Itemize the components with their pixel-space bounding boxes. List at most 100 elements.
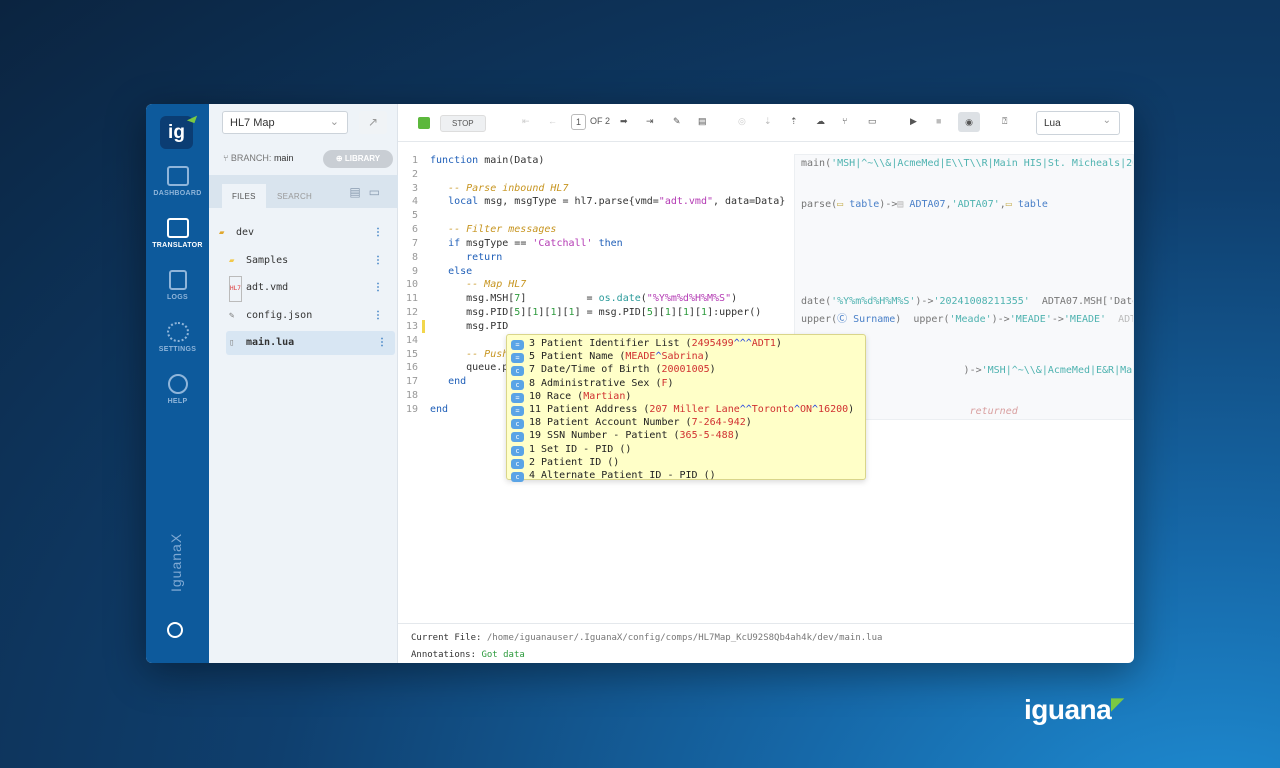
code-line: return: [466, 251, 503, 263]
branch-icon[interactable]: ⑂: [842, 116, 847, 126]
nav-dashboard[interactable]: DASHBOARD: [146, 166, 209, 197]
user-icon[interactable]: [167, 622, 183, 638]
cloud-icon[interactable]: ☁: [816, 116, 825, 127]
autocomplete-item[interactable]: c1 Set ID - PID (): [507, 443, 865, 456]
more-icon[interactable]: ⋮: [377, 331, 387, 355]
next-icon[interactable]: ➡: [620, 116, 628, 127]
more-icon[interactable]: ⋮: [373, 304, 383, 328]
play-icon[interactable]: ▶: [910, 116, 917, 127]
annotations-label: Annotations:: [411, 650, 477, 660]
autocomplete-item[interactable]: c2 Patient ID (): [507, 456, 865, 469]
line-number: 11: [405, 293, 418, 305]
tree-file-main-lua[interactable]: ▯ main.lua ⋮: [226, 331, 395, 355]
tree-file-adt-vmd[interactable]: HL7 adt.vmd ⋮: [229, 276, 391, 302]
field-value: F: [661, 377, 668, 389]
tree-folder-samples[interactable]: ▰ Samples ⋮: [229, 249, 391, 273]
nav-settings[interactable]: SETTINGS: [146, 322, 209, 353]
field-icon: c: [511, 458, 524, 469]
terminal-icon[interactable]: ▭: [868, 116, 877, 127]
current-line-marker: [422, 319, 425, 333]
file-name: config.json: [246, 310, 313, 321]
folder-open-icon: ▰: [219, 228, 225, 238]
autocomplete-item[interactable]: = 5 Patient Name (MEADE^Sabrina): [507, 350, 865, 364]
line-number: 17: [405, 376, 418, 388]
tab-files[interactable]: FILES: [222, 184, 266, 208]
add-sample-icon[interactable]: ▤: [698, 116, 707, 127]
line-number: 3: [411, 182, 418, 194]
first-icon[interactable]: ⇤: [522, 116, 530, 127]
line-number: 1: [411, 155, 418, 166]
nav-help[interactable]: HELP: [146, 374, 209, 405]
file-name: adt.vmd: [246, 282, 289, 293]
more-icon[interactable]: ⋮: [373, 249, 383, 273]
language-select[interactable]: Lua ⌄: [1036, 111, 1120, 135]
autocomplete-item[interactable]: c 19 SSN Number - Patient (365-5-488): [507, 429, 865, 443]
brand-text: iguana: [1024, 694, 1112, 725]
auto-run-toggle[interactable]: ◉: [958, 112, 980, 132]
tab-search[interactable]: SEARCH: [267, 184, 322, 208]
prev-icon[interactable]: ←: [548, 116, 557, 126]
autocomplete-item[interactable]: c4 Alternate Patient ID - PID (): [507, 469, 865, 482]
record-icon[interactable]: ◎: [738, 116, 746, 127]
main-nav: ig DASHBOARD TRANSLATOR LOGS SETTINGS HE…: [146, 104, 209, 663]
autocomplete-item[interactable]: c8 Administrative Sex (F): [507, 377, 865, 390]
code-line: -- Parse inbound HL7: [430, 182, 569, 194]
edit-sample-icon[interactable]: ✎: [673, 116, 681, 127]
help-doc-icon[interactable]: ⍰: [1002, 116, 1007, 127]
cloud-down-icon[interactable]: ⇣: [764, 116, 772, 127]
nav-translator[interactable]: TRANSLATOR: [146, 218, 209, 249]
file-tabs: FILES SEARCH ▤▭: [209, 175, 398, 208]
field-label: 7 Date/Time of Birth: [529, 364, 650, 376]
code-line: -- Filter messages: [430, 224, 557, 236]
cloud-up-icon[interactable]: ⇡: [790, 116, 798, 127]
field-label: 4 Alternate Patient ID - PID: [529, 469, 698, 481]
current-file-label: Current File:: [411, 633, 482, 643]
more-icon[interactable]: ⋮: [373, 276, 383, 300]
page-count: OF 2: [590, 116, 611, 126]
field-label: 19 SSN Number - Patient: [529, 430, 668, 442]
code-line: if msgType == 'Catchall' then: [448, 237, 623, 249]
code-line: msg.PID[5][1][1][1] = msg.PID[5][1][1][1…: [430, 307, 762, 319]
running-indicator: [418, 117, 430, 129]
nav-logs[interactable]: LOGS: [146, 270, 209, 301]
component-name: HL7 Map: [230, 117, 275, 129]
line-number: 4: [411, 196, 418, 208]
autocomplete-popup: = 3 Patient Identifier List (2495499^^^AD…: [506, 334, 866, 482]
tree-file-config[interactable]: ✎ config.json ⋮: [229, 304, 391, 328]
field-value: 2495499^^^ADT1: [691, 338, 776, 349]
stop-icon[interactable]: ■: [936, 116, 941, 126]
brand-leaf-icon: ◤: [1111, 696, 1124, 713]
file-panel: HL7 Map ⌄ ↗ ⑂ BRANCH: main ⊕ LIBRARY FILE…: [209, 104, 398, 663]
line-number: 2: [411, 168, 418, 180]
page-input[interactable]: 1: [571, 114, 587, 130]
component-select[interactable]: HL7 Map ⌄: [222, 111, 348, 134]
stop-button[interactable]: STOP: [440, 115, 486, 132]
autocomplete-item[interactable]: c 18 Patient Account Number (7-264-942): [507, 416, 865, 430]
code-line: queue.p: [430, 362, 509, 374]
code-line: end: [448, 376, 467, 388]
library-button[interactable]: ⊕ LIBRARY: [323, 150, 393, 168]
tree-folder-dev[interactable]: ▰ dev ⋮: [219, 221, 391, 245]
iguana-logo[interactable]: ig: [160, 116, 193, 149]
more-icon[interactable]: ⋮: [373, 221, 383, 245]
code-line: function main(Data): [430, 155, 545, 166]
code-line: -- Push: [430, 348, 509, 360]
nav-label: DASHBOARD: [153, 190, 202, 197]
last-icon[interactable]: ⇥: [646, 116, 654, 127]
autocomplete-item[interactable]: = 3 Patient Identifier List (2495499^^^AD…: [507, 337, 865, 350]
file-icon: ▯: [229, 338, 235, 348]
new-file-folder-icons[interactable]: ▤▭: [349, 185, 388, 199]
nav-label: SETTINGS: [158, 346, 197, 353]
chevron-down-icon: ⌄: [329, 116, 339, 128]
field-icon: c: [511, 419, 524, 430]
line-number: 15: [405, 348, 418, 360]
field-label: 1 Set ID - PID: [529, 443, 614, 455]
field-icon: c: [511, 366, 524, 377]
autocomplete-item[interactable]: = 10 Race (Martian): [507, 390, 865, 403]
autocomplete-item[interactable]: = 11 Patient Address (207 Miller Lane^^To…: [507, 403, 865, 416]
field-label: 2 Patient ID: [529, 456, 602, 468]
field-label: 3 Patient Identifier List: [529, 338, 680, 349]
open-external-button[interactable]: ↗: [359, 111, 387, 134]
autocomplete-item[interactable]: c7 Date/Time of Birth (20001005): [507, 363, 865, 377]
toolbar: STOP ⇤ ← 1 OF 2 ➡ ⇥ ✎ ▤ ◎ ⇣ ⇡ ☁ ⑂ ▭ ▶ ■ …: [398, 104, 1134, 142]
